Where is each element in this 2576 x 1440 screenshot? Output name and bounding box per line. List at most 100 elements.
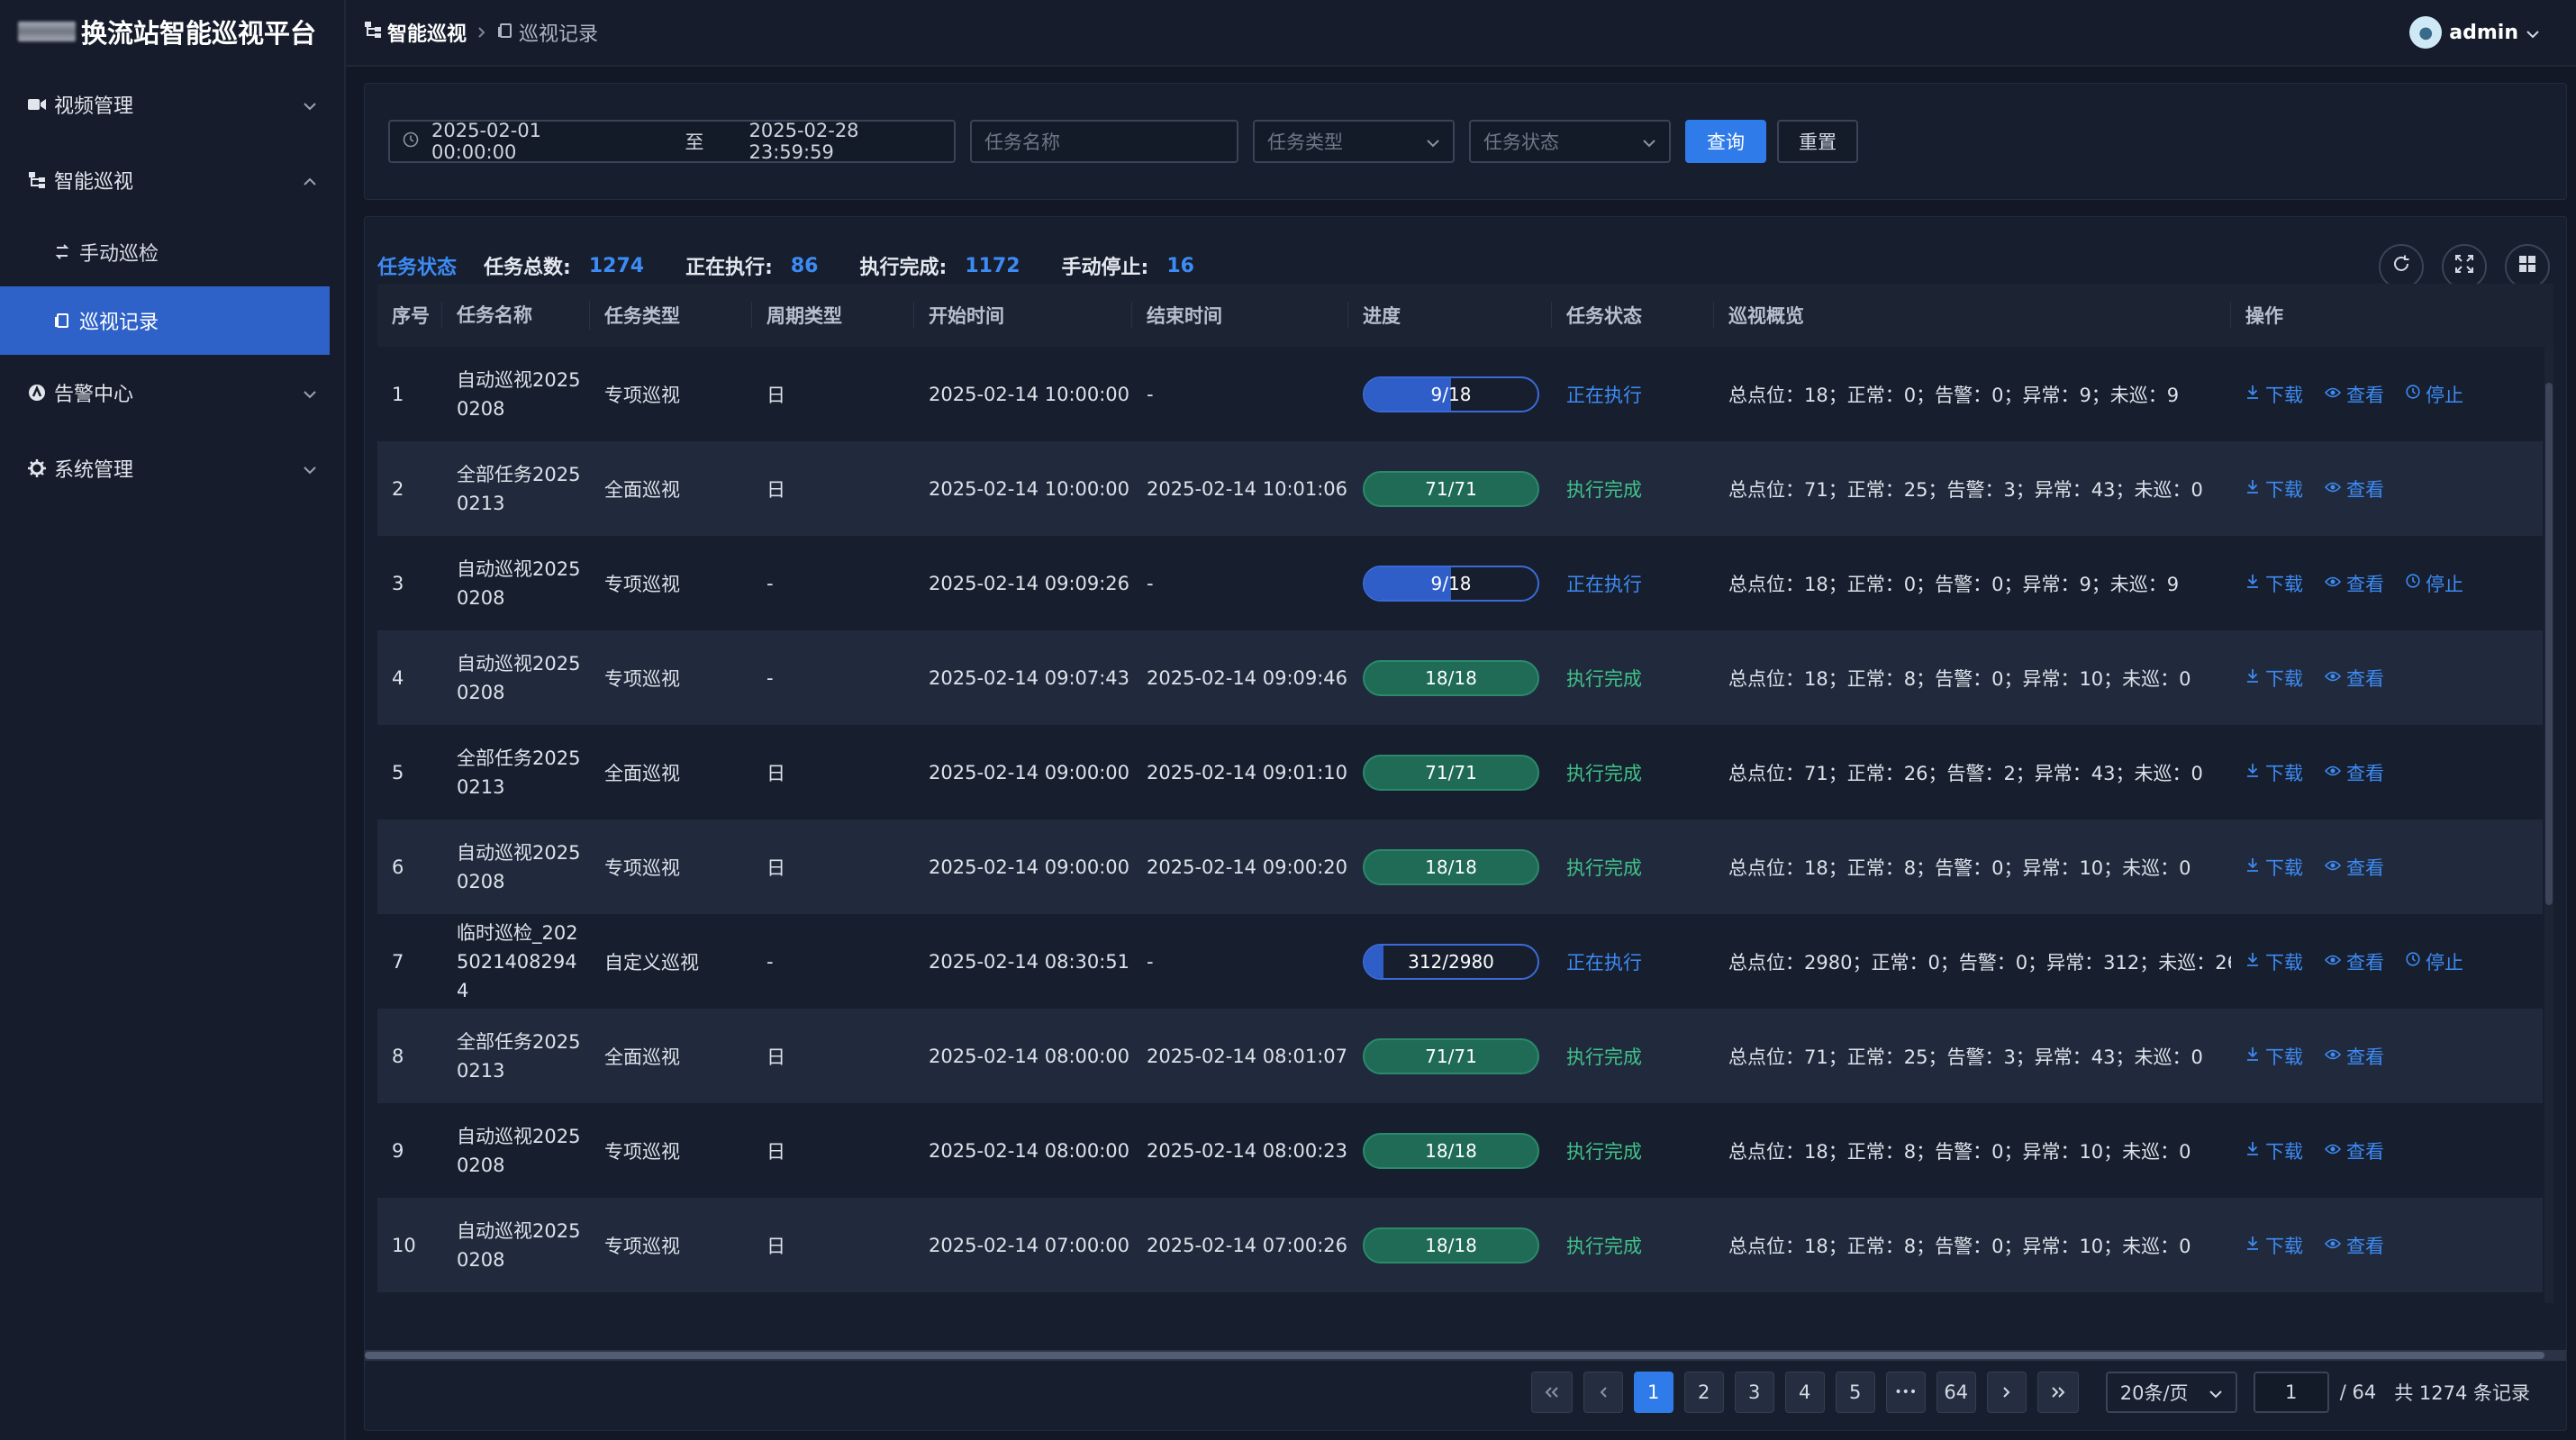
table-row: 3 自动巡视20250208 专项巡视 -2025-02-14 09:09:26-9/…	[377, 536, 2543, 630]
sidebar-item-patrol[interactable]: 智能巡视	[0, 142, 344, 218]
cell-task-type: 专项巡视	[604, 1140, 680, 1163]
view-button[interactable]: 查看	[2324, 1043, 2384, 1070]
cell-task-name: 自动巡视20250208	[457, 652, 581, 703]
query-button[interactable]: 查询	[1685, 120, 1766, 163]
download-button[interactable]: 下载	[2245, 854, 2303, 881]
view-button[interactable]: 查看	[2324, 1232, 2384, 1259]
table-row: 5 全部任务20250213 全面巡视 日 2025-02-14 09:00:00 202…	[377, 725, 2543, 820]
scrollbar-thumb[interactable]	[2545, 383, 2553, 905]
next-page-button[interactable]	[1986, 1372, 2027, 1413]
download-label: 下载	[2265, 1235, 2303, 1257]
sidebar-item-alarm[interactable]: 告警中心	[0, 355, 344, 430]
view-button[interactable]: 查看	[2324, 665, 2384, 692]
cell-actions: 下载 查看	[2231, 475, 2528, 503]
first-page-button[interactable]	[1530, 1372, 1573, 1413]
chevron-down-icon	[303, 382, 317, 404]
progress-bar: 71/71	[1363, 754, 1539, 791]
reset-button[interactable]: 重置	[1777, 120, 1858, 163]
page-button[interactable]: 1	[1633, 1372, 1673, 1413]
page-jump-input[interactable]: 1	[2253, 1372, 2329, 1413]
eye-icon	[2324, 857, 2342, 876]
breadcrumb: 智能巡视 巡视记录	[364, 18, 598, 47]
view-button[interactable]: 查看	[2324, 1137, 2384, 1164]
page-button[interactable]: 5	[1835, 1372, 1875, 1413]
last-page-button[interactable]	[2036, 1372, 2079, 1413]
download-label: 下载	[2265, 1140, 2303, 1163]
cell-start-time: 2025-02-14 08:30:51	[929, 950, 1130, 973]
cell-progress: 9/18	[1348, 376, 1552, 412]
date-start[interactable]: 2025-02-01 00:00:00	[431, 120, 624, 163]
cell-task-name: 自动巡视20250208	[457, 557, 581, 609]
stats-total-value: 1274	[588, 254, 645, 277]
view-button[interactable]: 查看	[2324, 475, 2384, 503]
view-button[interactable]: 查看	[2324, 759, 2384, 786]
date-end[interactable]: 2025-02-28 23:59:59	[749, 120, 942, 163]
view-button[interactable]: 查看	[2324, 381, 2384, 408]
refresh-button[interactable]	[2379, 244, 2424, 289]
download-button[interactable]: 下载	[2245, 570, 2303, 597]
cell-progress: 71/71	[1348, 754, 1552, 791]
download-button[interactable]: 下载	[2245, 1043, 2303, 1070]
progress-text: 9/18	[1430, 572, 1472, 594]
table-row: 10 自动巡视20250208 专项巡视 日 2025-02-14 07:00:00 20…	[377, 1198, 2543, 1292]
cell-end-time: 2025-02-14 08:00:23	[1147, 1139, 1348, 1162]
column-header: 进度	[1348, 302, 1552, 329]
cell-cycle-type: -	[766, 666, 774, 689]
download-button[interactable]: 下载	[2245, 381, 2303, 408]
cell-summary: 总点位：18；正常：8；告警：0；异常：10；未巡：0	[1728, 1235, 2191, 1257]
stop-label: 停止	[2426, 951, 2463, 974]
sidebar-item-label: 视频管理	[54, 95, 134, 118]
download-button[interactable]: 下载	[2245, 1137, 2303, 1164]
cell-start-time: 2025-02-14 09:07:43	[929, 666, 1130, 689]
logo-blur	[18, 22, 76, 41]
cell-no: 4	[392, 666, 404, 689]
cell-status: 正在执行	[1566, 573, 1642, 595]
fullscreen-button[interactable]	[2442, 244, 2487, 289]
breadcrumb-first[interactable]: 智能巡视	[387, 18, 467, 47]
download-button[interactable]: 下载	[2245, 759, 2303, 786]
progress-text: 71/71	[1425, 761, 1477, 783]
stats-running-label: 正在执行:	[685, 257, 773, 279]
cell-cycle-type: 日	[766, 1140, 785, 1163]
stop-button[interactable]: 停止	[2406, 570, 2463, 597]
progress-text: 71/71	[1425, 477, 1477, 500]
task-name-input[interactable]: 任务名称	[970, 120, 1238, 163]
table-row: 7 临时巡检_20250214082944 自定义巡视 -2025-02-14 08:…	[377, 914, 2543, 1009]
column-header: 开始时间	[914, 302, 1132, 329]
download-button[interactable]: 下载	[2245, 1232, 2303, 1259]
page-button[interactable]: 4	[1784, 1372, 1825, 1413]
download-icon	[2245, 1046, 2260, 1065]
record-icon	[52, 312, 72, 329]
sidebar-item-system[interactable]: 系统管理	[0, 430, 344, 506]
vertical-scrollbar[interactable]	[2544, 347, 2553, 1303]
task-type-select[interactable]: 任务类型	[1253, 120, 1455, 163]
sidebar-item-patrol-record[interactable]: 巡视记录	[0, 286, 330, 355]
view-button[interactable]: 查看	[2324, 948, 2384, 975]
download-button[interactable]: 下载	[2245, 948, 2303, 975]
scrollbar-thumb[interactable]	[365, 1352, 2544, 1359]
cell-start-time: 2025-02-14 09:09:26	[929, 572, 1130, 594]
date-range-picker[interactable]: 2025-02-01 00:00:00 至 2025-02-28 23:59:5…	[388, 120, 956, 163]
task-status-select[interactable]: 任务状态	[1469, 120, 1671, 163]
cell-cycle-type: 日	[766, 384, 785, 406]
page-button[interactable]: 3	[1734, 1372, 1774, 1413]
stop-button[interactable]: 停止	[2406, 381, 2463, 408]
page-button-last[interactable]: 64	[1936, 1372, 1976, 1413]
download-button[interactable]: 下载	[2245, 475, 2303, 503]
view-button[interactable]: 查看	[2324, 570, 2384, 597]
page-size-select[interactable]: 20条/页	[2105, 1372, 2237, 1413]
column-settings-button[interactable]	[2505, 244, 2550, 289]
cell-task-name: 临时巡检_20250214082944	[457, 921, 578, 1001]
sidebar-item-video[interactable]: 视频管理	[0, 67, 344, 142]
page-button[interactable]: 2	[1683, 1372, 1724, 1413]
cell-end-time: -	[1147, 572, 1154, 594]
sidebar-item-manual-patrol[interactable]: 手动巡检	[0, 218, 344, 286]
user-menu[interactable]: ● admin	[2409, 16, 2540, 49]
download-button[interactable]: 下载	[2245, 665, 2303, 692]
view-button[interactable]: 查看	[2324, 854, 2384, 881]
progress-bar: 18/18	[1363, 1227, 1539, 1263]
horizontal-scrollbar[interactable]	[365, 1350, 2566, 1361]
prev-page-button[interactable]	[1583, 1372, 1623, 1413]
page-ellipsis-button[interactable]: •••	[1885, 1372, 1926, 1413]
stop-button[interactable]: 停止	[2406, 948, 2463, 975]
